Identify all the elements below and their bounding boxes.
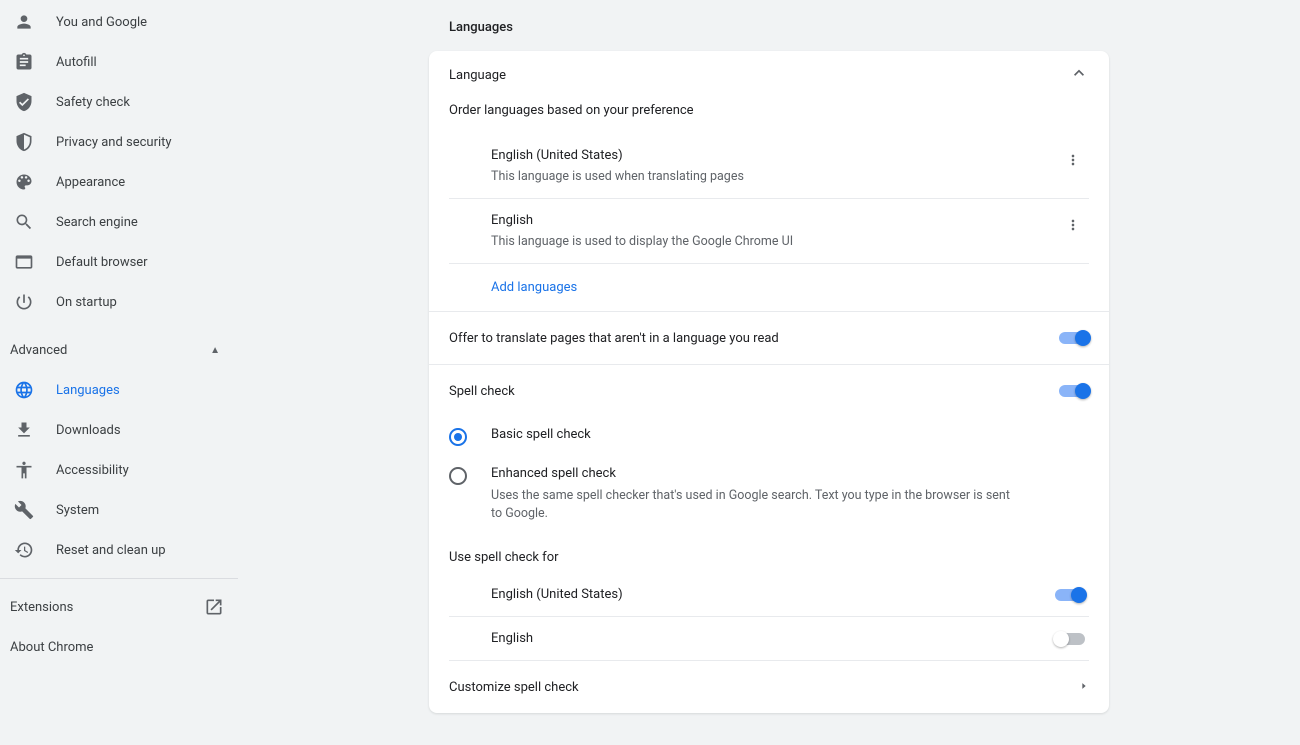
language-desc: This language is used to display the Goo…: [491, 234, 793, 249]
translate-toggle-row: Offer to translate pages that aren't in …: [429, 312, 1109, 364]
nav-label: Languages: [56, 383, 120, 398]
power-icon: [14, 292, 34, 312]
page-title: Languages: [429, 20, 1109, 35]
spellcheck-toggle-row: Spell check: [429, 365, 1109, 417]
language-item: English This language is used to display…: [449, 199, 1089, 264]
nav-label: Search engine: [56, 215, 138, 230]
spellcheck-lang-row: English (United States): [449, 573, 1089, 617]
language-name: English (United States): [491, 148, 744, 163]
sidebar-item-default-browser[interactable]: Default browser: [0, 242, 238, 282]
sidebar-item-accessibility[interactable]: Accessibility: [0, 450, 238, 490]
more-vert-icon[interactable]: [1061, 213, 1085, 237]
language-name: English: [491, 213, 793, 228]
advanced-toggle[interactable]: Advanced ▲: [0, 330, 238, 370]
sidebar-item-privacy[interactable]: Privacy and security: [0, 122, 238, 162]
more-vert-icon[interactable]: [1061, 148, 1085, 172]
download-icon: [14, 420, 34, 440]
open-in-new-icon: [204, 597, 224, 617]
main-content: Languages Language Order languages based…: [238, 0, 1300, 745]
sidebar-item-extensions[interactable]: Extensions: [0, 587, 238, 627]
spellcheck-lang-name: English (United States): [491, 587, 623, 602]
language-text: English (United States) This language is…: [491, 148, 744, 184]
nav-label: Reset and clean up: [56, 543, 166, 558]
advanced-label: Advanced: [10, 343, 67, 358]
spellcheck-toggle[interactable]: [1059, 385, 1089, 397]
settings-card: Language Order languages based on your p…: [429, 51, 1109, 713]
restore-icon: [14, 540, 34, 560]
accessibility-icon: [14, 460, 34, 480]
nav-label: Appearance: [56, 175, 125, 190]
customize-spellcheck-row[interactable]: Customize spell check: [429, 661, 1109, 713]
sidebar-item-reset[interactable]: Reset and clean up: [0, 530, 238, 570]
radio-desc: Uses the same spell checker that's used …: [491, 487, 1011, 522]
divider: [0, 578, 238, 579]
spellcheck-lang-row: English: [449, 617, 1089, 661]
chevron-up-icon: ▲: [210, 345, 220, 356]
extensions-label: Extensions: [10, 600, 73, 615]
sidebar-item-appearance[interactable]: Appearance: [0, 162, 238, 202]
sidebar-item-you-and-google[interactable]: You and Google: [0, 2, 238, 42]
nav-label: Privacy and security: [56, 135, 172, 150]
globe-icon: [14, 380, 34, 400]
spellcheck-label: Spell check: [449, 384, 515, 399]
nav-label: Accessibility: [56, 463, 129, 478]
nav-label: Autofill: [56, 55, 97, 70]
language-section-header[interactable]: Language: [429, 51, 1109, 99]
language-desc: This language is used when translating p…: [491, 169, 744, 184]
spellcheck-lang-toggle[interactable]: [1055, 633, 1085, 645]
sidebar-item-on-startup[interactable]: On startup: [0, 282, 238, 322]
language-item: English (United States) This language is…: [449, 134, 1089, 199]
radio-icon: [449, 428, 467, 446]
translate-toggle[interactable]: [1059, 332, 1089, 344]
translate-label: Offer to translate pages that aren't in …: [449, 331, 779, 346]
palette-icon: [14, 172, 34, 192]
sidebar-item-downloads[interactable]: Downloads: [0, 410, 238, 450]
spellcheck-lang-name: English: [491, 631, 533, 646]
radio-label: Enhanced spell check: [491, 466, 1011, 481]
section-title: Language: [449, 68, 506, 83]
nav-label: On startup: [56, 295, 117, 310]
nav-label: System: [56, 503, 99, 518]
person-icon: [14, 12, 34, 32]
wrench-icon: [14, 500, 34, 520]
sidebar: You and Google Autofill Safety check Pri…: [0, 0, 238, 745]
sidebar-item-autofill[interactable]: Autofill: [0, 42, 238, 82]
language-text: English This language is used to display…: [491, 213, 793, 249]
search-icon: [14, 212, 34, 232]
window-icon: [14, 252, 34, 272]
enhanced-spellcheck-radio-row[interactable]: Enhanced spell check Uses the same spell…: [429, 456, 1109, 532]
nav-label: Safety check: [56, 95, 130, 110]
customize-label: Customize spell check: [449, 680, 579, 695]
nav-label: Default browser: [56, 255, 148, 270]
clipboard-icon: [14, 52, 34, 72]
sidebar-item-languages[interactable]: Languages: [0, 370, 238, 410]
radio-icon: [449, 467, 467, 485]
shield-icon: [14, 132, 34, 152]
sidebar-item-system[interactable]: System: [0, 490, 238, 530]
spellcheck-lang-toggle[interactable]: [1055, 589, 1085, 601]
about-label: About Chrome: [10, 640, 93, 655]
sidebar-item-safety-check[interactable]: Safety check: [0, 82, 238, 122]
sidebar-item-about[interactable]: About Chrome: [0, 627, 238, 667]
radio-label: Basic spell check: [491, 427, 591, 442]
chevron-right-icon: [1079, 680, 1089, 695]
chevron-up-icon: [1069, 63, 1089, 87]
nav-label: You and Google: [56, 15, 147, 30]
sidebar-item-search-engine[interactable]: Search engine: [0, 202, 238, 242]
nav-label: Downloads: [56, 423, 121, 438]
use-spellcheck-for-header: Use spell check for: [429, 532, 1109, 573]
shield-check-icon: [14, 92, 34, 112]
order-text: Order languages based on your preference: [429, 99, 1109, 134]
add-languages-link[interactable]: Add languages: [449, 264, 1089, 311]
basic-spellcheck-radio-row[interactable]: Basic spell check: [429, 417, 1109, 456]
